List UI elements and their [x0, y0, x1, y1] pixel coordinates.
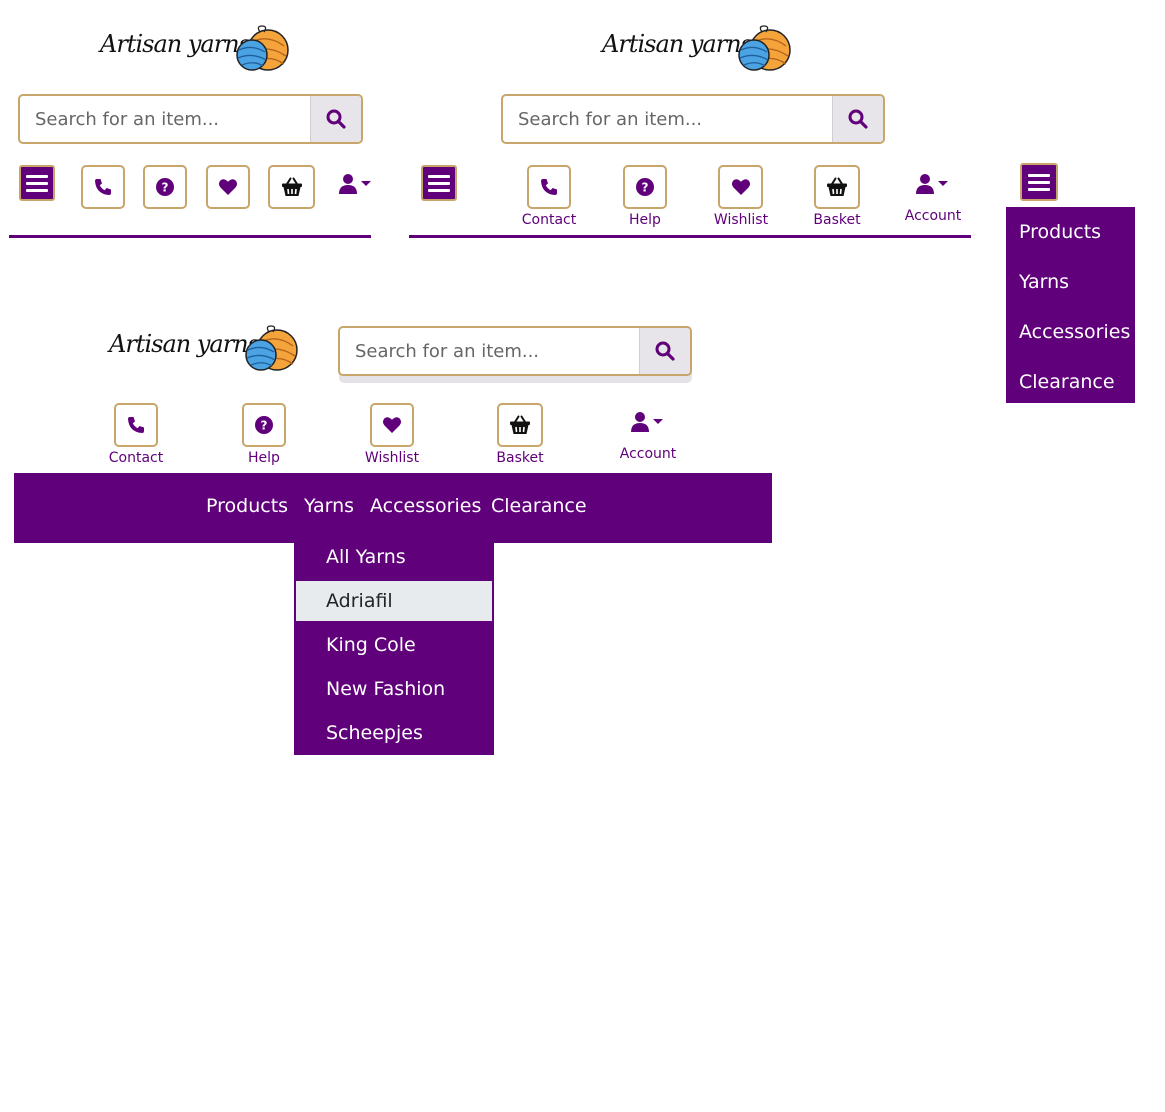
menu-toggle-button[interactable] [1020, 163, 1058, 201]
search-icon [848, 109, 868, 129]
search-button[interactable] [832, 96, 883, 142]
search-input[interactable] [503, 96, 838, 142]
basket-icon [826, 177, 848, 197]
brand-logo[interactable]: Artisan yarns [109, 324, 299, 378]
user-dropdown-icon [916, 173, 950, 195]
help-button[interactable] [242, 403, 286, 447]
search-icon [326, 109, 346, 129]
header-divider [9, 235, 371, 238]
question-circle-icon [254, 415, 274, 435]
yarn-balls-icon [230, 24, 290, 74]
account-button[interactable] [339, 173, 373, 197]
search-box [338, 326, 692, 376]
brand-logo[interactable]: Artisan yarns [602, 24, 792, 78]
search-button[interactable] [310, 96, 361, 142]
menu-item-yarns[interactable]: Yarns [1019, 271, 1069, 293]
brand-wordmark: Artisan yarns [109, 330, 260, 358]
heart-icon [218, 177, 238, 197]
basket-icon [281, 177, 303, 197]
search-box [501, 94, 885, 144]
menu-toggle-button[interactable] [19, 165, 55, 201]
wishlist-button[interactable] [718, 165, 763, 209]
dropdown-item-all-yarns[interactable]: All Yarns [296, 537, 492, 577]
search-icon [655, 341, 675, 361]
wishlist-button[interactable] [206, 165, 250, 209]
dropdown-item-scheepjes[interactable]: Scheepjes [296, 713, 492, 753]
menu-toggle-button[interactable] [421, 165, 457, 201]
brand-logo[interactable]: Artisan yarns [100, 24, 290, 78]
user-dropdown-icon [631, 411, 665, 433]
hamburger-icon [1028, 173, 1050, 177]
help-button[interactable] [143, 165, 187, 209]
menu-item-clearance[interactable]: Clearance [1019, 371, 1115, 393]
basket-icon [509, 415, 531, 435]
user-dropdown-icon [339, 173, 373, 195]
search-button[interactable] [639, 328, 690, 374]
yarns-dropdown: All Yarns Adriafil King Cole New Fashion… [294, 537, 494, 755]
nav-item-accessories[interactable]: Accessories [370, 495, 481, 517]
menu-item-accessories[interactable]: Accessories [1019, 321, 1130, 343]
brand-wordmark: Artisan yarns [602, 30, 753, 58]
basket-label[interactable]: Basket [792, 212, 882, 228]
account-button[interactable] [916, 173, 950, 197]
nav-item-clearance[interactable]: Clearance [491, 495, 587, 517]
wishlist-label[interactable]: Wishlist [696, 212, 786, 228]
help-label[interactable]: Help [600, 212, 690, 228]
main-nav-bar: Products Yarns Accessories Clearance [14, 473, 772, 543]
search-input[interactable] [340, 328, 645, 374]
nav-item-products[interactable]: Products [206, 495, 288, 517]
header-divider [409, 235, 971, 238]
contact-label[interactable]: Contact [504, 212, 594, 228]
contact-button[interactable] [114, 403, 158, 447]
hamburger-icon [26, 174, 48, 178]
yarn-balls-icon [239, 324, 299, 374]
wishlist-button[interactable] [370, 403, 414, 447]
wishlist-label[interactable]: Wishlist [347, 450, 437, 466]
nav-item-yarns[interactable]: Yarns [304, 495, 354, 517]
question-circle-icon [635, 177, 655, 197]
phone-icon [539, 177, 559, 197]
help-label[interactable]: Help [219, 450, 309, 466]
question-circle-icon [155, 177, 175, 197]
contact-label[interactable]: Contact [91, 450, 181, 466]
dropdown-item-adriafil[interactable]: Adriafil [296, 581, 492, 621]
phone-icon [126, 415, 146, 435]
heart-icon [731, 177, 751, 197]
account-label[interactable]: Account [888, 208, 978, 224]
dropdown-item-king-cole[interactable]: King Cole [296, 625, 492, 665]
mobile-menu: Products Yarns Accessories Clearance [1006, 207, 1135, 403]
menu-item-products[interactable]: Products [1019, 221, 1101, 243]
account-label[interactable]: Account [603, 446, 693, 462]
search-box [18, 94, 363, 144]
help-button[interactable] [623, 165, 667, 209]
account-button[interactable] [631, 411, 665, 435]
basket-button[interactable] [814, 165, 860, 209]
phone-icon [93, 177, 113, 197]
dropdown-item-new-fashion[interactable]: New Fashion [296, 669, 492, 709]
contact-button[interactable] [81, 165, 125, 209]
heart-icon [382, 415, 402, 435]
search-input[interactable] [20, 96, 315, 142]
basket-label[interactable]: Basket [475, 450, 565, 466]
yarn-balls-icon [732, 24, 792, 74]
brand-wordmark: Artisan yarns [100, 30, 251, 58]
basket-button[interactable] [497, 403, 543, 447]
contact-button[interactable] [527, 165, 571, 209]
basket-button[interactable] [268, 165, 315, 209]
hamburger-icon [428, 174, 450, 178]
